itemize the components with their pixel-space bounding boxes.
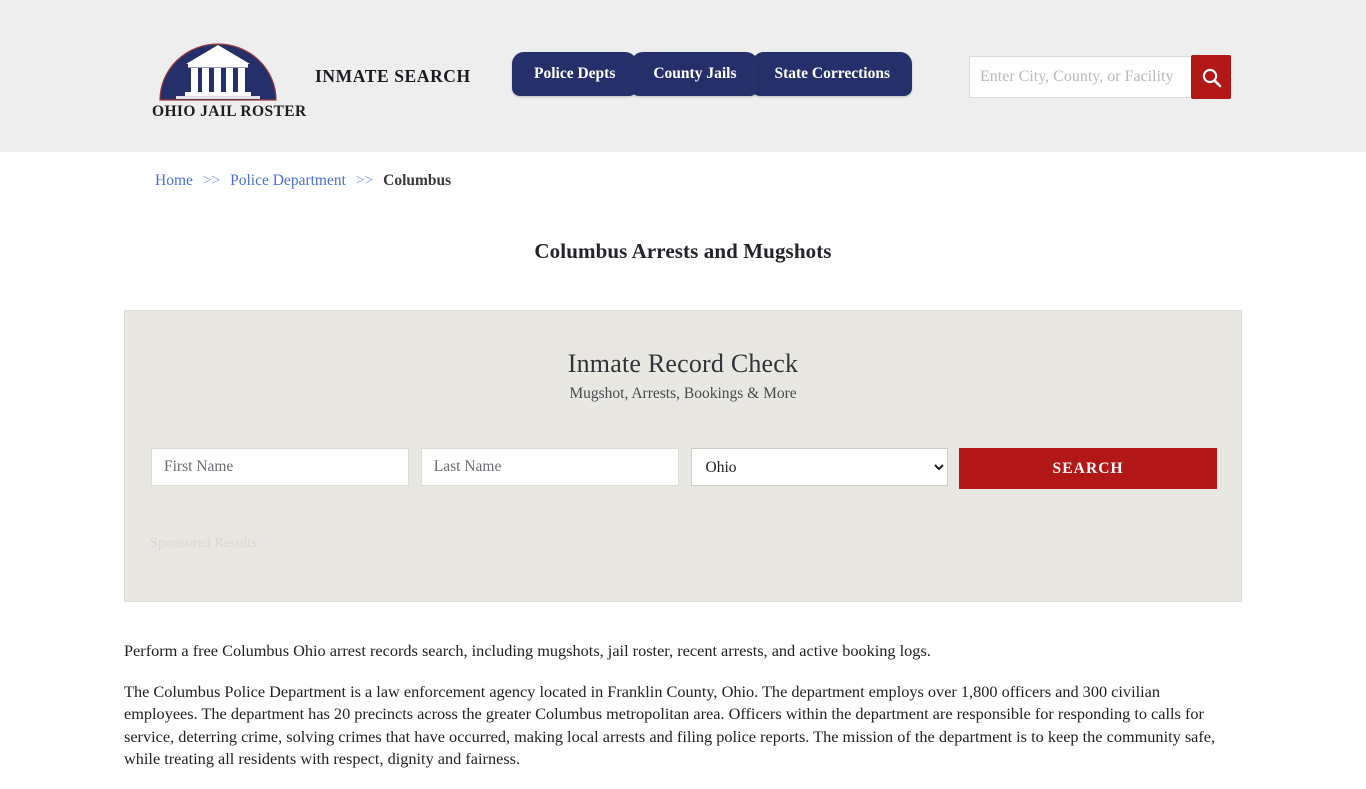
first-name-input[interactable] xyxy=(151,448,409,486)
panel-title: Inmate Record Check xyxy=(125,349,1241,379)
article-body: Perform a free Columbus Ohio arrest reco… xyxy=(124,640,1234,789)
courthouse-dome-logo-icon xyxy=(152,26,284,102)
breadcrumb-item-home[interactable]: Home xyxy=(155,172,193,189)
main-nav: Police Depts County Jails State Correcti… xyxy=(512,52,912,96)
header-search xyxy=(969,56,1231,98)
search-icon xyxy=(1201,67,1222,88)
sponsored-results-label: Sponsored Results xyxy=(150,536,257,552)
last-name-input[interactable] xyxy=(421,448,679,486)
header-search-input[interactable] xyxy=(969,56,1191,98)
state-select[interactable]: Ohio xyxy=(691,448,949,486)
nav-item-state-corrections[interactable]: State Corrections xyxy=(752,52,912,96)
breadcrumb-item-police-department[interactable]: Police Department xyxy=(230,172,346,189)
logo-wordmark: OHIO JAIL ROSTER xyxy=(152,103,284,121)
header-tagline: INMATE SEARCH xyxy=(315,66,471,87)
breadcrumb: Home >> Police Department >> Columbus xyxy=(155,172,451,190)
inmate-search-form: Ohio SEARCH xyxy=(151,448,1217,489)
site-logo[interactable]: OHIO JAIL ROSTER xyxy=(152,26,284,126)
article-paragraph: The Columbus Police Department is a law … xyxy=(124,681,1234,771)
breadcrumb-separator: >> xyxy=(203,172,220,189)
panel-subtitle: Mugshot, Arrests, Bookings & More xyxy=(125,385,1241,403)
site-header: OHIO JAIL ROSTER INMATE SEARCH Police De… xyxy=(0,0,1366,152)
breadcrumb-separator: >> xyxy=(356,172,373,189)
search-submit-button[interactable]: SEARCH xyxy=(959,448,1217,489)
inmate-record-check-panel: Inmate Record Check Mugshot, Arrests, Bo… xyxy=(124,310,1242,602)
breadcrumb-item-columbus: Columbus xyxy=(383,172,451,189)
header-search-button[interactable] xyxy=(1191,55,1231,99)
nav-item-county-jails[interactable]: County Jails xyxy=(631,52,758,96)
page-title: Columbus Arrests and Mugshots xyxy=(0,239,1366,264)
nav-item-police-depts[interactable]: Police Depts xyxy=(512,52,637,96)
article-paragraph: Perform a free Columbus Ohio arrest reco… xyxy=(124,640,1234,663)
